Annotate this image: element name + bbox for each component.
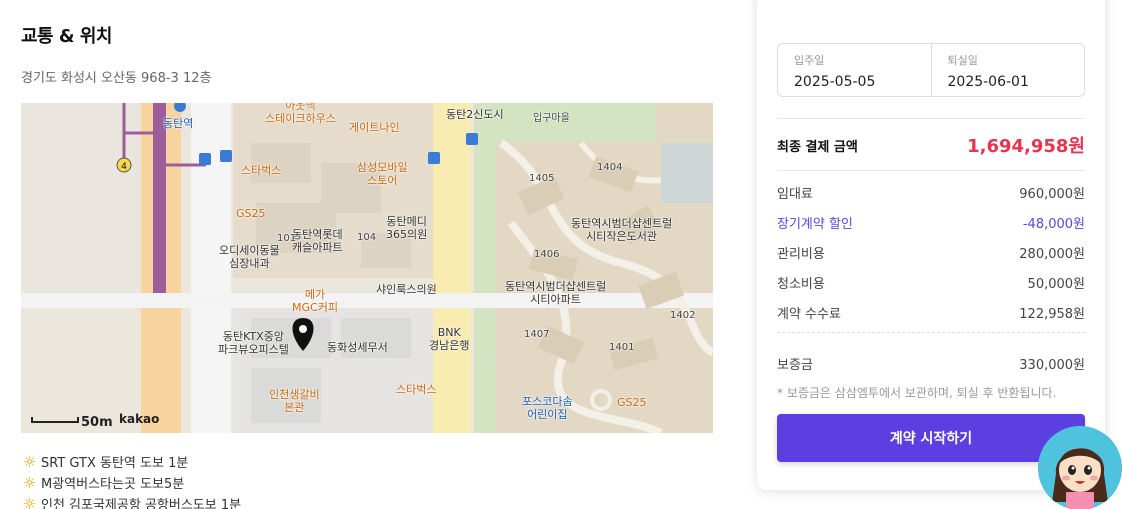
map-label-dongtan-yeokde: 동탄역롯데 캐슬아파트 xyxy=(292,228,343,254)
checkin-value: 2025-05-05 xyxy=(794,74,876,90)
fee-value: 50,000원 xyxy=(1027,277,1085,292)
list-item: ☼ M광역버스타는곳 도보5분 xyxy=(21,472,241,493)
sun-icon: ☼ xyxy=(22,452,37,471)
map-background: 4 xyxy=(21,103,713,433)
total-value: 1,694,958원 xyxy=(967,136,1085,157)
sun-icon: ☼ xyxy=(22,494,37,509)
map-label-gs25-2: GS25 xyxy=(617,396,647,409)
map-label-bumdeoksan-apt: 동탄역시범더샵센트럴 시티아파트 xyxy=(505,280,607,306)
deposit-note: * 보증금은 삼삼엠투에서 보관하며, 퇴실 후 반환됩니다. xyxy=(777,386,1057,400)
checkout-value: 2025-06-01 xyxy=(947,74,1029,90)
fee-label: 계약 수수료 xyxy=(777,307,841,322)
fee-label: 장기계약 할인 xyxy=(777,217,853,232)
map-label-shine-clinic: 샤인룩스의원 xyxy=(376,283,437,296)
fee-label: 임대료 xyxy=(777,187,813,202)
map-label-bnk: BNK 경남은행 xyxy=(429,326,470,352)
deposit-row: 보증금 330,000원 xyxy=(777,354,1085,373)
map-label-1406: 1406 xyxy=(534,249,560,260)
map-label-dongtan-medi: 동탄메디 365의원 xyxy=(386,215,428,241)
checkin-label: 입주일 xyxy=(794,54,825,67)
fee-value: 122,958원 xyxy=(1019,307,1085,322)
list-item: ☼ 인천 김포국제공항 공항버스도보 1분 xyxy=(21,493,241,509)
transit-text: M광역버스타는곳 도보5분 xyxy=(41,477,185,492)
map-label-1402: 1402 xyxy=(670,310,696,321)
fee-row-commission: 계약 수수료 122,958원 xyxy=(777,303,1085,322)
total-label: 최종 결제 금액 xyxy=(777,140,858,155)
map-label-bumdeoksan-library: 동탄역시범더샵센트럴 시티작은도서관 xyxy=(571,217,673,243)
checkout-label: 퇴실일 xyxy=(947,54,978,67)
fee-row-cleaning: 청소비용 50,000원 xyxy=(777,273,1085,292)
map-label-gate-nine: 게이트나인 xyxy=(349,121,400,134)
divider xyxy=(777,332,1085,333)
map-label-tax-office: 동화성세무서 xyxy=(327,341,388,354)
map-label-104: 104 xyxy=(357,232,377,243)
fee-value: -48,000원 xyxy=(1022,217,1085,232)
fee-row-rent: 임대료 960,000원 xyxy=(777,183,1085,202)
kakao-logo: kakao xyxy=(119,412,160,426)
map-scale-label: 50m xyxy=(81,415,113,430)
svg-text:4: 4 xyxy=(121,162,127,172)
map-label-1405: 1405 xyxy=(529,173,555,184)
map-scale-bar xyxy=(31,417,79,423)
list-item: ☼ SRT GTX 동탄역 도보 1분 xyxy=(21,451,241,472)
fee-value: 960,000원 xyxy=(1019,187,1085,202)
map-label-mega-coffee: 메가 MGC커피 xyxy=(292,288,338,314)
map-label-entrance: 입구마을 xyxy=(533,113,570,124)
deposit-value: 330,000원 xyxy=(1019,358,1085,373)
fee-label: 관리비용 xyxy=(777,247,825,262)
transit-list: ☼ SRT GTX 동탄역 도보 1분 ☼ M광역버스타는곳 도보5분 ☼ 인천… xyxy=(21,451,241,509)
fee-value: 280,000원 xyxy=(1019,247,1085,262)
map-label-starbucks-2: 스타벅스 xyxy=(396,383,437,396)
date-range-picker[interactable]: 입주일 2025-05-05 퇴실일 2025-06-01 xyxy=(777,43,1085,97)
map-label-incheon-galbi: 인천생갈비 본관 xyxy=(269,388,320,414)
map-view[interactable]: 4 동탄역 아웃백 스테이크하우스 게이트나인 동탄2신도시 입구마을 스타벅스 … xyxy=(21,103,713,433)
divider xyxy=(777,170,1085,171)
start-contract-button[interactable]: 계약 시작하기 xyxy=(777,414,1085,462)
transit-text: 인천 김포국제공항 공항버스도보 1분 xyxy=(41,498,242,509)
address-text: 경기도 화성시 오산동 968-3 12층 xyxy=(21,71,212,86)
section-title: 교통 & 위치 xyxy=(21,26,112,47)
sun-icon: ☼ xyxy=(22,473,37,492)
map-label-samsung-mobile: 삼성모바일 스토어 xyxy=(357,161,408,187)
deposit-label: 보증금 xyxy=(777,358,813,373)
checkin-date-field[interactable]: 입주일 2025-05-05 xyxy=(778,44,931,96)
map-label-ktx-officetel: 동탄KTX중앙 파크뷰오피스텔 xyxy=(218,330,289,356)
transit-text: SRT GTX 동탄역 도보 1분 xyxy=(41,456,189,471)
fee-row-management: 관리비용 280,000원 xyxy=(777,243,1085,262)
map-label-posco: 포스코다솜 어린이집 xyxy=(522,395,573,421)
map-label-steakhouse: 아웃백 스테이크하우스 xyxy=(265,103,336,125)
divider xyxy=(777,118,1085,119)
character-avatar-icon[interactable] xyxy=(1038,426,1122,509)
map-label-1407: 1407 xyxy=(524,329,550,340)
map-label-1404: 1404 xyxy=(597,162,623,173)
map-label-starbucks-1: 스타벅스 xyxy=(241,164,282,177)
checkout-date-field[interactable]: 퇴실일 2025-06-01 xyxy=(930,44,1085,96)
fee-label: 청소비용 xyxy=(777,277,825,292)
map-label-odi-clinic: 오디세이동물 심장내과 xyxy=(219,244,280,270)
map-label-dongtan2: 동탄2신도시 xyxy=(446,108,504,121)
fee-row-discount: 장기계약 할인 -48,000원 xyxy=(777,213,1085,232)
map-label-gs25-1: GS25 xyxy=(236,207,266,220)
map-label-dongtan-station: 동탄역 xyxy=(163,117,194,130)
map-label-1401: 1401 xyxy=(609,342,635,353)
